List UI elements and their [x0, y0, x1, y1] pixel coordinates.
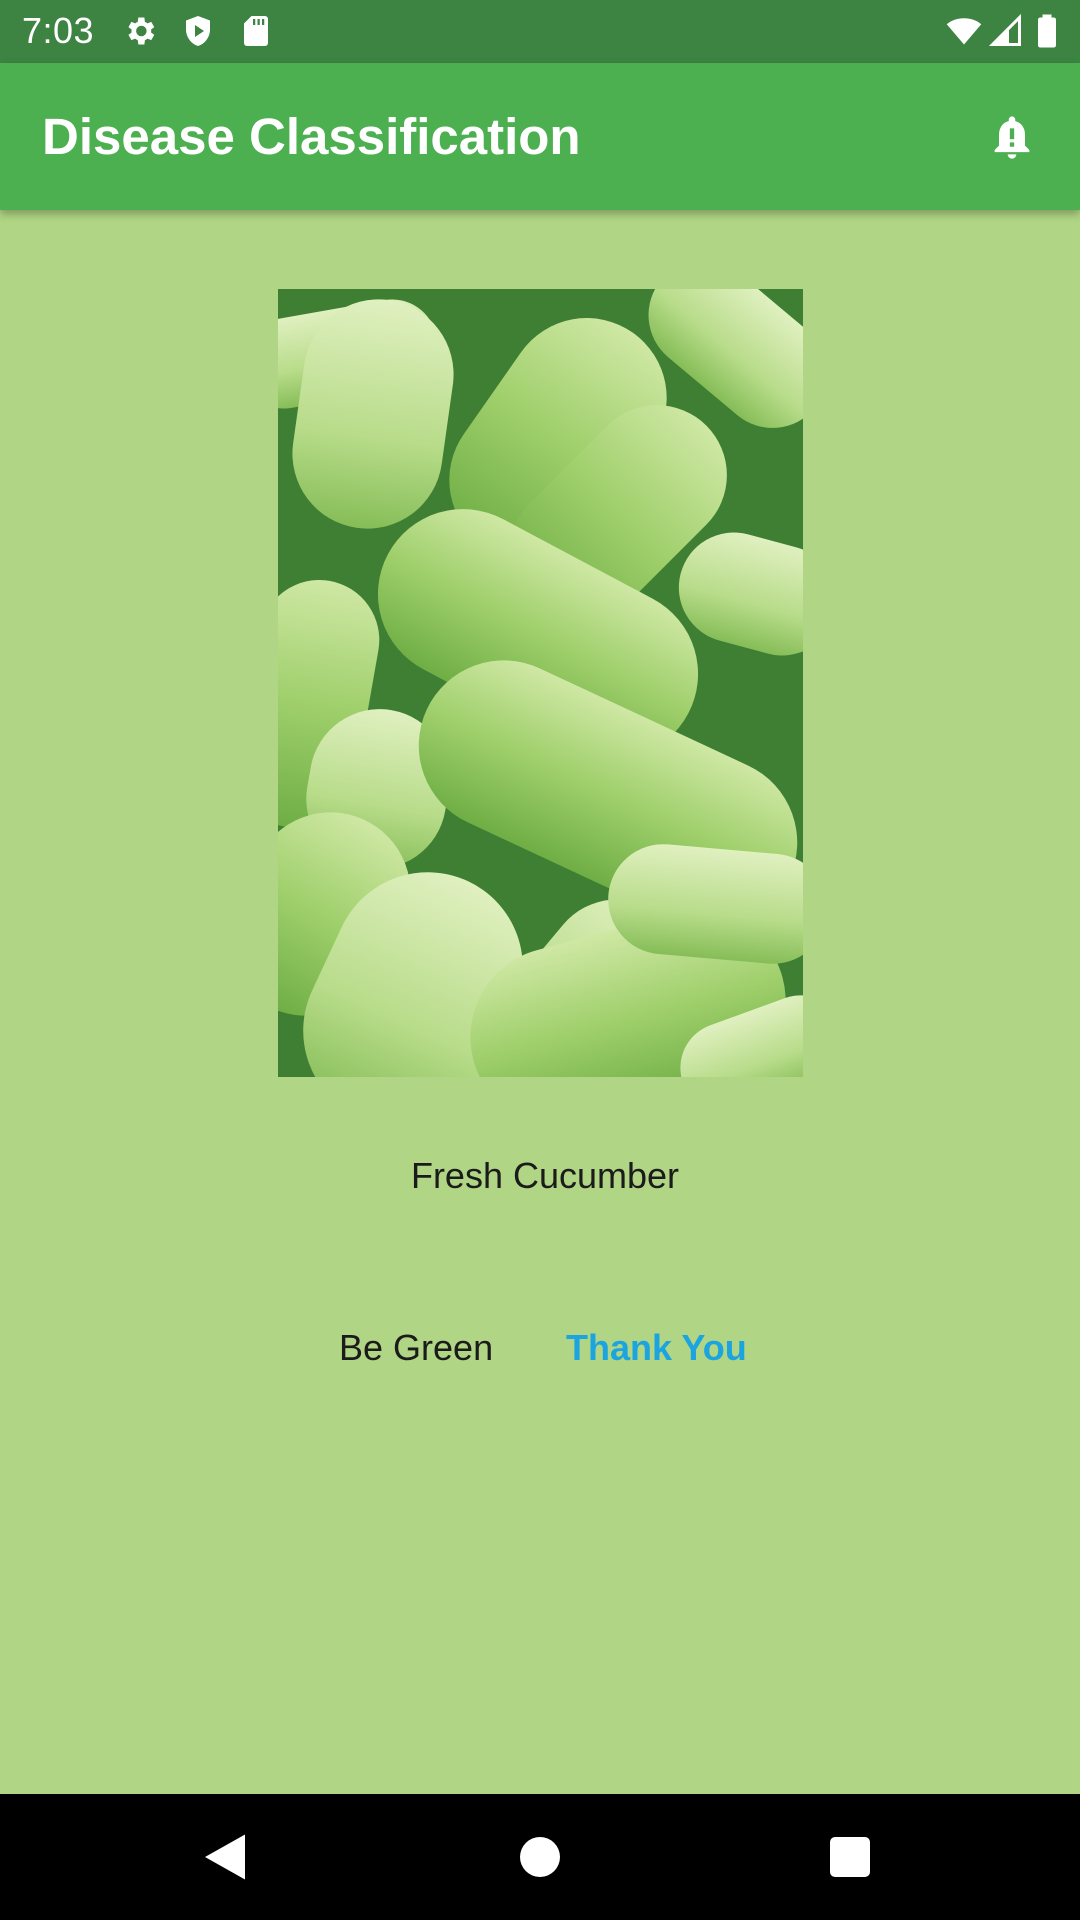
back-icon [205, 1834, 245, 1880]
product-image [278, 289, 803, 1077]
shield-play-icon [180, 13, 216, 49]
battery-icon [1030, 13, 1064, 49]
status-time: 7:03 [22, 10, 95, 51]
wifi-icon [943, 13, 985, 49]
page-title: Disease Classification [42, 108, 581, 165]
sd-card-icon [238, 13, 274, 49]
be-green-text: Be Green [339, 1327, 494, 1368]
home-icon [520, 1837, 560, 1877]
recents-icon [830, 1837, 870, 1877]
home-button[interactable] [510, 1827, 570, 1887]
cucumber-photo [278, 289, 803, 1077]
navigation-bar [0, 1794, 1080, 1920]
thank-you-text: Thank You [566, 1327, 747, 1368]
recents-button[interactable] [820, 1827, 880, 1887]
cell-signal-icon [988, 13, 1024, 49]
notification-button[interactable] [982, 107, 1042, 167]
status-bar: 7:03 [0, 0, 1080, 63]
notification-alert-icon [994, 116, 1030, 159]
gear-icon [122, 13, 158, 49]
app-bar: Disease Classification [0, 63, 1080, 210]
product-label: Fresh Cucumber [410, 1155, 680, 1196]
back-button[interactable] [195, 1827, 255, 1887]
